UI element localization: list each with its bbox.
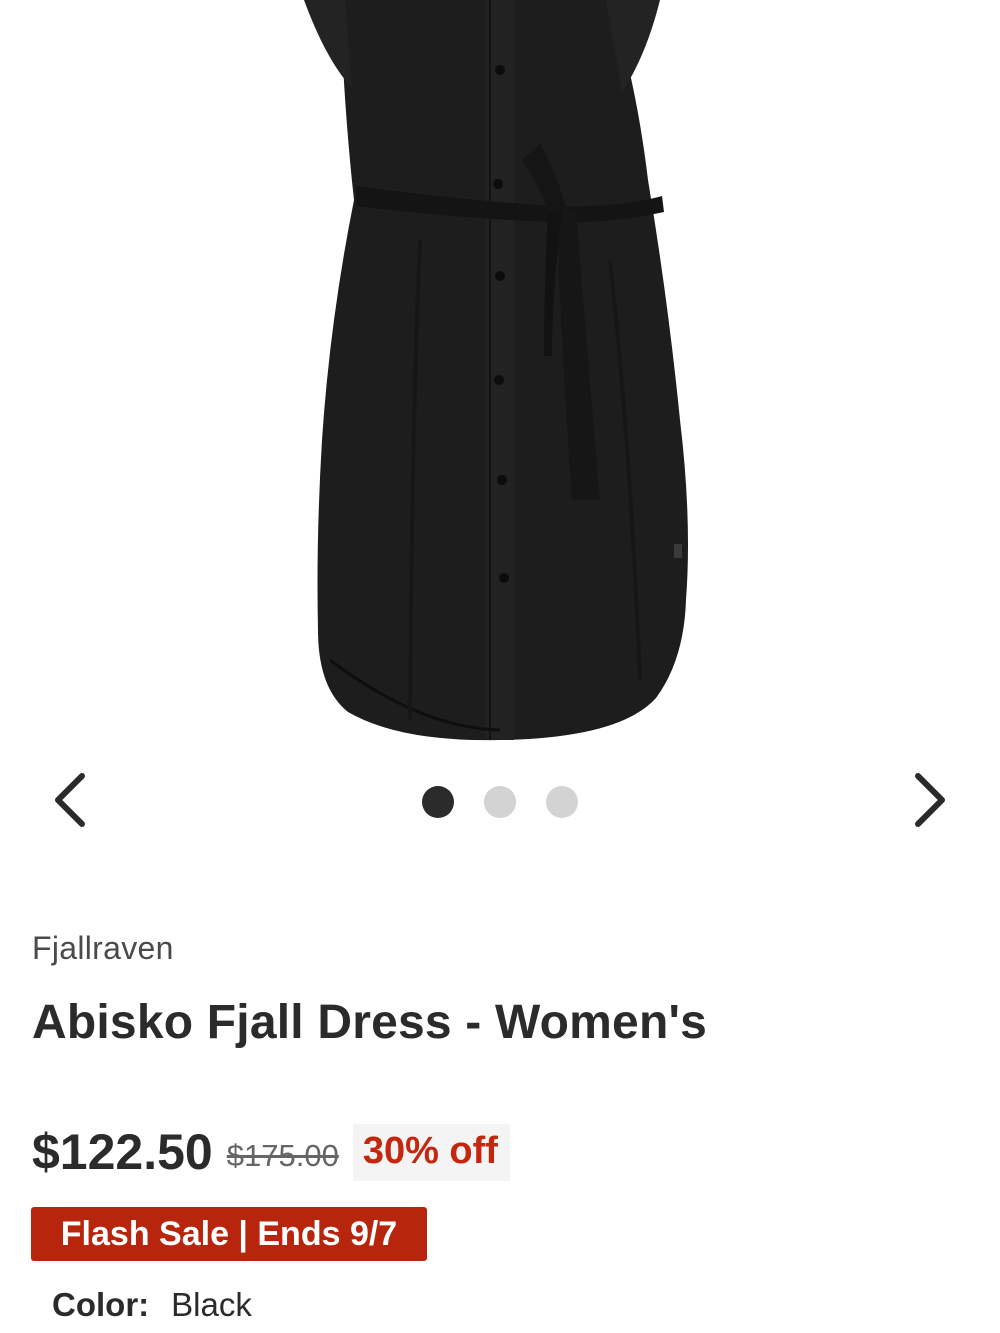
carousel-next-button[interactable]: [900, 770, 960, 834]
color-label: Color:: [52, 1286, 150, 1323]
color-selection: Color: Black: [52, 1286, 252, 1324]
product-image-gallery[interactable]: [0, 0, 1000, 760]
carousel-dot-1[interactable]: [422, 786, 454, 818]
chevron-left-icon: [50, 772, 90, 833]
carousel-prev-button[interactable]: [40, 770, 100, 834]
carousel-dot-3[interactable]: [546, 786, 578, 818]
price-row: $122.50 $175.00 30% off: [32, 1120, 510, 1184]
product-title: Abisko Fjall Dress - Women's: [32, 996, 707, 1049]
sale-price: $122.50: [32, 1124, 213, 1180]
carousel-dot-2[interactable]: [484, 786, 516, 818]
carousel-dots: [422, 786, 578, 818]
chevron-right-icon: [910, 772, 950, 833]
original-price: $175.00: [226, 1138, 339, 1173]
flash-sale-badge: Flash Sale | Ends 9/7: [31, 1207, 427, 1261]
discount-badge: 30% off: [352, 1123, 510, 1181]
brand-link[interactable]: Fjallraven: [32, 930, 174, 967]
left-sleeve: [304, 0, 352, 88]
product-image[interactable]: [0, 0, 1000, 760]
color-value: Black: [171, 1286, 252, 1323]
